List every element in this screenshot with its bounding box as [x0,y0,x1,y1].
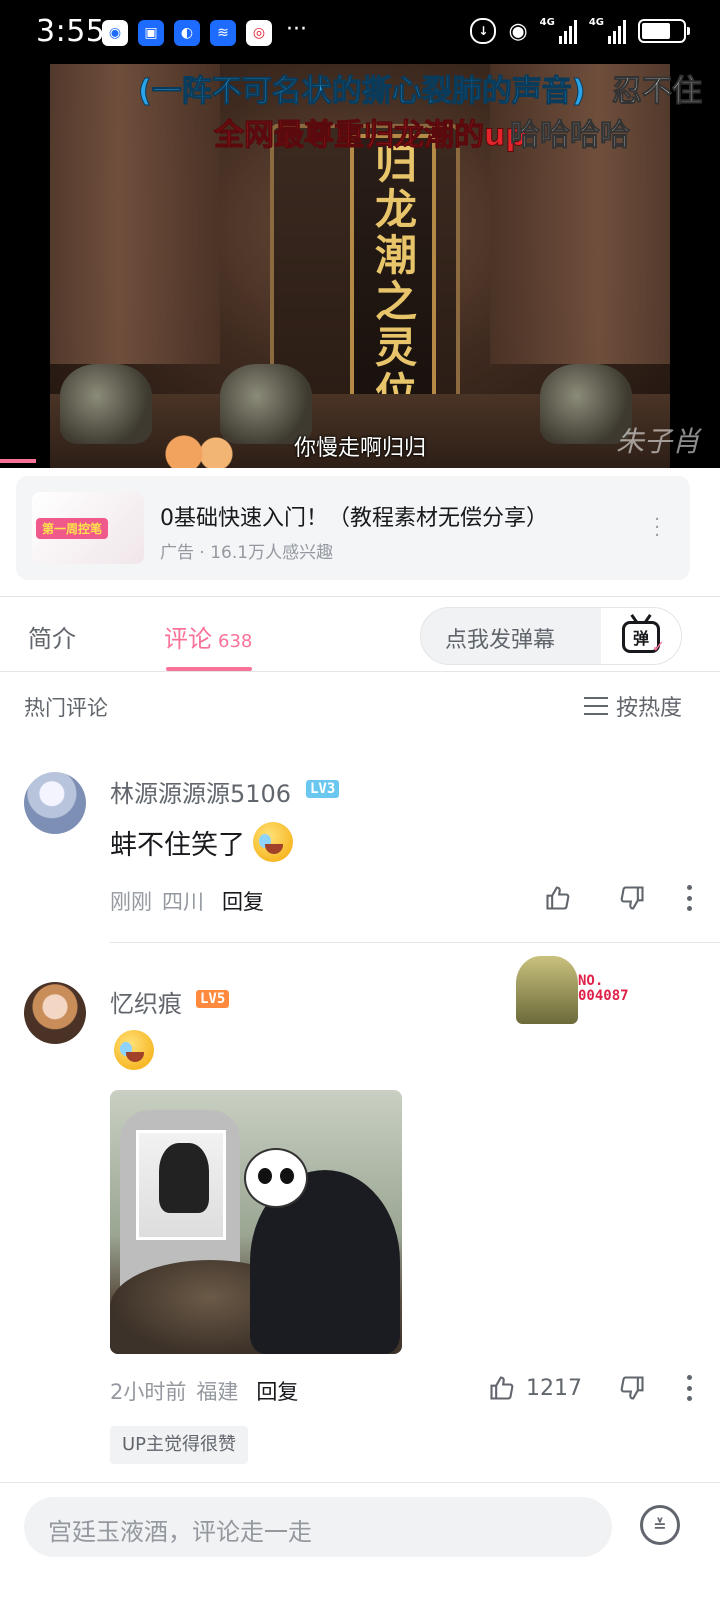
ad-card[interactable]: 第一周控笔 0基础快速入门！（教程素材无偿分享） 广告 · 16.1万人感兴趣 … [16,476,690,580]
status-time: 3:55 [36,14,106,49]
status-bar: 3:55 ◉ ▣ ◐ ≋ ◎ ··· ↓ ◉ 4G 4G [0,0,720,64]
dislike-button[interactable] [618,1374,646,1402]
danmaku-comment: 哈哈哈哈 [510,118,631,154]
danmaku-comment: (一阵不可名状的撕心裂肺的声音) [137,74,586,110]
panda-head [244,1148,308,1208]
like-button[interactable]: 1217 [488,1374,582,1402]
danmaku-comment: 忍不住 [612,74,703,110]
danmaku-placeholder: 点我发弹幕 [445,628,556,653]
up-liked-tag: UP主觉得很赞 [110,1426,249,1464]
data-saver-icon: ↓ [470,18,497,44]
reply-button[interactable]: 回复 [256,1376,298,1406]
comment-text [114,1030,154,1070]
comment-time: 刚刚 [110,890,152,914]
tablet-text: 归龙潮之灵位 [368,141,418,417]
comment-text-content: 蚌不住笑了 [110,829,245,861]
memorial-portrait [136,1130,226,1240]
thumbs-down-icon [618,1374,646,1402]
battery-icon [638,19,690,43]
comment-count: 638 [218,631,253,652]
thumbs-up-icon [488,1374,516,1402]
active-tab-indicator [166,667,252,671]
comment-input[interactable]: 宫廷玉液酒，评论走一走 [24,1497,612,1557]
browser-icon: ◐ [174,20,200,46]
dislike-button[interactable] [618,884,646,912]
tab-bar: 简介 评论 638 点我发弹幕 弹 ✓ [0,596,720,672]
video-player[interactable]: 归龙潮之灵位 (一阵不可名状的撕心裂肺的声音) 忍不住 全网最尊重归龙潮的up … [0,64,720,468]
list-icon [583,697,608,715]
wifi-icon: ≋ [210,20,236,46]
network-type-label-2: 4G [588,17,604,28]
thumbs-down-icon [618,884,646,912]
video-watermark: 朱子肖 [615,425,700,458]
tab-intro[interactable]: 简介 [28,619,76,654]
emoji-picker-icon[interactable]: ≚ [640,1505,680,1545]
baidu-netdisk-icon: ◉ [102,20,128,46]
tab-comments-label: 评论 [164,625,212,653]
signal-icon-2: 4G [589,18,626,44]
ad-title[interactable]: 0基础快速入门！（教程素材无偿分享） [160,500,548,532]
danmaku-comment: 全网最尊重归龙潮的up [214,118,528,154]
comment-image[interactable] [110,1090,402,1354]
status-indicators: ↓ ◉ 4G 4G [470,18,690,44]
comment-location: 四川 [162,890,204,914]
ad-meta: 广告 · 16.1万人感兴趣 [160,543,334,563]
laugh-cry-emoji-icon [253,822,293,862]
like-count: 1217 [526,1375,582,1401]
comment-meta: 2小时前 福建 回复 [110,1376,298,1406]
fan-badge[interactable]: NO. 004087 [516,956,656,1026]
sort-label: 按热度 [615,696,682,721]
more-notifications-icon: ··· [286,17,307,42]
comment-divider [110,942,720,943]
laugh-cry-emoji-icon [114,1030,154,1070]
comment-meta: 刚刚 四川 回复 [110,886,264,916]
like-button[interactable] [544,884,582,912]
memorial-tablet: 归龙潮之灵位 [350,134,436,424]
ad-thumb-badge: 第一周控笔 [36,518,109,539]
more-vertical-icon[interactable] [686,1375,692,1401]
weibo-icon: ◎ [246,20,272,46]
level-badge: LV3 [306,780,340,798]
hot-comments-title: 热门评论 [24,696,108,720]
fan-badge-number: NO. 004087 [578,973,629,1004]
comment-username[interactable]: 忆织痕 [110,984,182,1019]
app-icon: ▣ [138,20,164,46]
danmaku-input[interactable]: 点我发弹幕 弹 ✓ [420,607,682,665]
comment-location: 福建 [196,1380,239,1404]
sort-button[interactable]: 按热度 [583,690,682,722]
video-progress-bar[interactable] [0,459,36,463]
more-vertical-icon[interactable] [686,885,692,911]
tab-comments[interactable]: 评论 638 [164,619,252,654]
ad-thumbnail[interactable]: 第一周控笔 [32,492,144,564]
signal-icon: 4G [540,18,577,44]
danmaku-button-label: 弹 [632,629,649,648]
comment-username[interactable]: 林源源源源5106 [110,774,291,809]
avatar[interactable] [24,982,86,1044]
bottom-comment-bar: 宫廷玉液酒，评论走一走 ≚ [0,1482,720,1600]
comment-actions: 1217 [488,1374,692,1402]
danmaku-toggle-button[interactable]: 弹 ✓ [601,608,681,664]
level-badge: LV5 [196,990,230,1008]
avatar[interactable] [24,772,86,834]
comment-time: 2小时前 [110,1380,187,1404]
eye-comfort-icon: ◉ [508,18,528,44]
fan-badge-figure [516,956,578,1024]
comment-text: 蚌不住笑了 [110,822,293,862]
comment-input-placeholder: 宫廷玉液酒，评论走一走 [48,1518,312,1546]
more-vertical-icon[interactable]: · · · [654,511,660,545]
notification-icons: ◉ ▣ ◐ ≋ ◎ ··· [102,17,307,46]
reply-button[interactable]: 回复 [222,886,264,916]
danmaku-tv-icon: 弹 ✓ [622,621,665,656]
comment-actions [544,884,692,912]
thumbs-up-icon [544,884,572,912]
check-icon: ✓ [651,637,665,656]
video-subtitle: 你慢走啊归归 [293,436,426,461]
network-type-label: 4G [539,17,555,28]
